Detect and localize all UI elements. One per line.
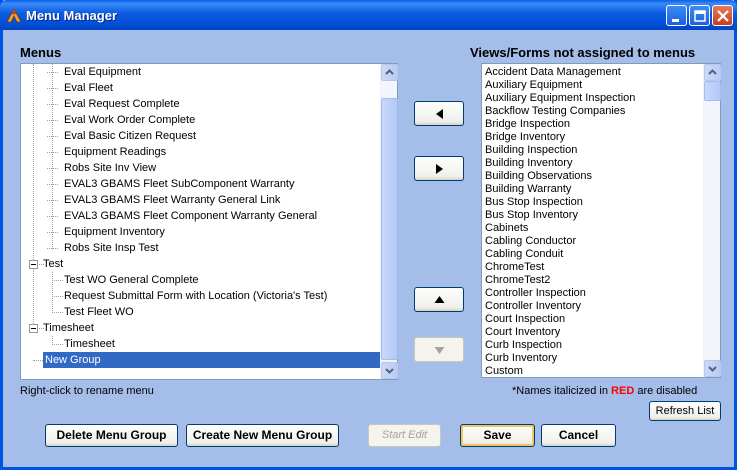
chevron-up-icon — [708, 69, 717, 75]
views-heading: Views/Forms not assigned to menus — [470, 45, 696, 60]
disabled-note-red: RED — [611, 385, 635, 397]
tree-item[interactable]: EVAL3 GBAMS Fleet Component Warranty Gen… — [47, 208, 380, 224]
list-item[interactable]: Bus Stop Inventory — [485, 209, 578, 222]
chevron-up-icon — [385, 69, 394, 75]
menus-scrollbar[interactable] — [380, 64, 398, 379]
maximize-icon — [694, 10, 706, 22]
window-title: Menu Manager — [26, 8, 118, 23]
scroll-thumb[interactable] — [704, 81, 721, 101]
list-item[interactable]: Building Inspection — [485, 144, 577, 157]
views-list-content: Accident Data Management Auxiliary Equipm… — [482, 64, 703, 377]
tree-item[interactable]: Eval Work Order Complete — [47, 112, 380, 128]
tree-item[interactable]: EVAL3 GBAMS Fleet SubComponent Warranty — [47, 176, 380, 192]
minimize-button[interactable] — [666, 5, 687, 26]
list-item[interactable]: Bridge Inspection — [485, 118, 570, 131]
tree-connector — [33, 360, 43, 361]
tree-item[interactable]: Robs Site Inv View — [47, 160, 380, 176]
right-arrow-icon — [436, 164, 443, 174]
close-icon — [717, 10, 729, 22]
tree-item[interactable]: Request Submittal Form with Location (Vi… — [52, 288, 380, 304]
scroll-thumb[interactable] — [381, 98, 398, 360]
list-item[interactable]: Accident Data Management — [485, 66, 621, 79]
list-item[interactable]: Cabinets — [485, 222, 528, 235]
scroll-down-button[interactable] — [381, 362, 398, 379]
list-item[interactable]: Auxiliary Equipment — [485, 79, 582, 92]
move-right-button[interactable] — [414, 156, 464, 181]
list-item[interactable]: Building Inventory — [485, 157, 572, 170]
tree-item[interactable]: Eval Request Complete — [47, 96, 380, 112]
tree-group-timesheet[interactable]: Timesheet — [43, 320, 243, 336]
list-item[interactable]: Cabling Conduit — [485, 248, 563, 261]
list-item[interactable]: Controller Inspection — [485, 287, 586, 300]
menus-heading: Menus — [20, 45, 62, 60]
views-list[interactable]: Accident Data Management Auxiliary Equipm… — [481, 63, 721, 378]
list-item[interactable]: Curb Inspection — [485, 339, 562, 352]
list-item[interactable]: Auxiliary Equipment Inspection — [485, 92, 635, 105]
disabled-note-suffix: are disabled — [634, 385, 698, 397]
menus-tree-content: Eval Equipment Eval Fleet Eval Request C… — [21, 64, 380, 379]
list-item[interactable]: Bus Stop Inspection — [485, 196, 583, 209]
move-down-button[interactable] — [414, 337, 464, 362]
tree-item[interactable]: Eval Basic Citizen Request — [47, 128, 380, 144]
views-scrollbar[interactable] — [703, 64, 721, 377]
minimize-icon — [672, 19, 679, 22]
list-item[interactable]: Building Observations — [485, 170, 592, 183]
chevron-down-icon — [385, 368, 394, 374]
tree-item[interactable]: Eval Fleet — [47, 80, 380, 96]
scroll-up-button[interactable] — [704, 64, 721, 81]
list-item[interactable]: Bridge Inventory — [485, 131, 565, 144]
tree-group-test[interactable]: Test — [43, 256, 243, 272]
title-bar: Menu Manager — [0, 0, 737, 30]
down-arrow-icon — [434, 347, 445, 354]
list-item[interactable]: Custom — [485, 365, 523, 377]
rename-hint: Right-click to rename menu — [20, 385, 154, 397]
tree-group-new-group[interactable]: New Group — [43, 352, 380, 368]
save-button[interactable]: Save — [460, 424, 535, 447]
chevron-down-icon — [708, 366, 717, 372]
move-left-button[interactable] — [414, 101, 464, 126]
left-arrow-icon — [436, 109, 443, 119]
collapse-toggle-icon[interactable] — [29, 260, 38, 269]
scroll-up-button[interactable] — [381, 64, 398, 81]
list-item[interactable]: ChromeTest — [485, 261, 544, 274]
list-item[interactable]: Building Warranty — [485, 183, 571, 196]
list-item[interactable]: Backflow Testing Companies — [485, 105, 625, 118]
tree-root-line — [33, 64, 34, 328]
tree-item[interactable]: Test Fleet WO — [52, 304, 380, 320]
cancel-button[interactable]: Cancel — [541, 424, 616, 447]
tree-item[interactable]: Test WO General Complete — [52, 272, 380, 288]
up-arrow-icon — [434, 296, 445, 303]
disabled-note: *Names italicized in RED are disabled — [512, 385, 697, 397]
tree-item[interactable]: Eval Equipment — [47, 64, 380, 80]
app-logo-icon — [6, 8, 22, 23]
scroll-down-button[interactable] — [704, 360, 721, 377]
list-item[interactable]: Court Inventory — [485, 326, 560, 339]
close-button[interactable] — [712, 5, 733, 26]
list-item[interactable]: ChromeTest2 — [485, 274, 550, 287]
menus-tree[interactable]: Eval Equipment Eval Fleet Eval Request C… — [20, 63, 398, 380]
disabled-note-prefix: *Names italicized in — [512, 385, 612, 397]
maximize-button[interactable] — [689, 5, 710, 26]
tree-item[interactable]: Robs Site Insp Test — [47, 240, 380, 256]
list-item[interactable]: Cabling Conductor — [485, 235, 576, 248]
list-item[interactable]: Curb Inventory — [485, 352, 557, 365]
list-item[interactable]: Court Inspection — [485, 313, 565, 326]
tree-item[interactable]: Equipment Inventory — [47, 224, 380, 240]
move-up-button[interactable] — [414, 287, 464, 312]
collapse-toggle-icon[interactable] — [29, 324, 38, 333]
start-edit-button[interactable]: Start Edit — [368, 424, 441, 447]
create-menu-group-button[interactable]: Create New Menu Group — [186, 424, 339, 447]
tree-item[interactable]: Equipment Readings — [47, 144, 380, 160]
tree-item[interactable]: EVAL3 GBAMS Fleet Warranty General Link — [47, 192, 380, 208]
tree-item[interactable]: Timesheet — [52, 336, 380, 352]
menu-manager-window: Menu Manager Menus Eval Equipment Eval F… — [0, 0, 737, 470]
delete-menu-group-button[interactable]: Delete Menu Group — [45, 424, 178, 447]
list-item[interactable]: Controller Inventory — [485, 300, 581, 313]
refresh-list-button[interactable]: Refresh List — [649, 401, 721, 421]
